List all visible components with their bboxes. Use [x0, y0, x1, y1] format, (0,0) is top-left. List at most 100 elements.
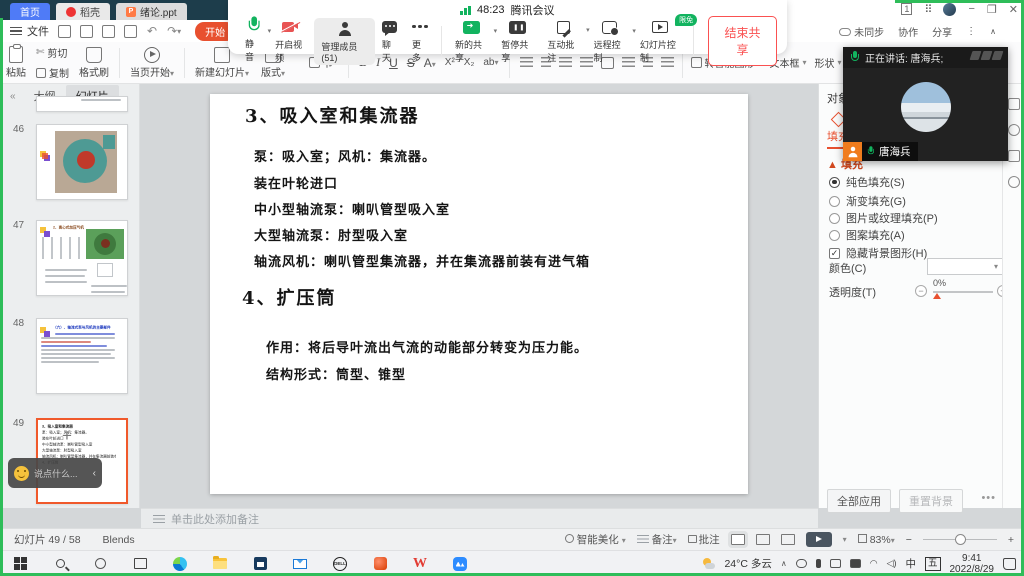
- wps-button[interactable]: W: [400, 551, 440, 576]
- manage-members-button[interactable]: 管理成员(51): [314, 18, 375, 65]
- network-icon[interactable]: ◠: [870, 558, 878, 569]
- reset-background-button[interactable]: 重置背景: [899, 489, 963, 513]
- emoji-icon[interactable]: [14, 466, 29, 481]
- fill-option-picture[interactable]: 图片或纹理填充(P): [829, 210, 938, 226]
- play-options-caret-icon[interactable]: ▾: [843, 535, 847, 544]
- comments-button[interactable]: 批注: [688, 532, 720, 547]
- grid-view-icon[interactable]: ⠿: [924, 3, 931, 16]
- preview-icon[interactable]: [124, 25, 137, 38]
- speaker-video-panel[interactable]: 正在讲话: 唐海兵; 唐海兵: [843, 47, 1008, 161]
- smart-beautify-button[interactable]: 智能美化 ▾: [565, 532, 626, 547]
- store-button[interactable]: [240, 551, 280, 576]
- cortana-button[interactable]: [80, 551, 120, 576]
- mail-button[interactable]: [280, 551, 320, 576]
- theme-name[interactable]: Blends: [103, 534, 135, 546]
- fill-option-gradient[interactable]: 渐变填充(G): [829, 193, 906, 209]
- normal-view-icon[interactable]: [731, 534, 745, 545]
- effects-icon[interactable]: [1008, 124, 1020, 136]
- zoom-in-button[interactable]: +: [1008, 534, 1014, 546]
- animation-icon[interactable]: [1008, 150, 1020, 162]
- collapse-bubble-icon[interactable]: ‹: [93, 468, 96, 479]
- fill-option-solid[interactable]: 纯色填充(S): [829, 174, 905, 190]
- clock[interactable]: 9:412022/8/29: [950, 553, 995, 575]
- thumbnail-45-partial[interactable]: [36, 96, 128, 112]
- zoom-slider[interactable]: [923, 539, 997, 541]
- thumbnail-47[interactable]: 2、离心式加压气机: [36, 220, 128, 296]
- ime-indicator[interactable]: 中: [905, 556, 916, 571]
- output-icon[interactable]: [80, 25, 93, 38]
- tray-device-icon[interactable]: [850, 559, 861, 568]
- mute-button[interactable]: 静音▾: [238, 19, 268, 63]
- meeting-chat-bubble[interactable]: 说点什么... ‹: [8, 458, 102, 488]
- tab-home[interactable]: 首页: [10, 3, 50, 20]
- sync-status[interactable]: 未同步: [839, 24, 884, 39]
- fill-option-pattern[interactable]: 图案填充(A): [829, 227, 905, 243]
- transparency-slider[interactable]: [933, 291, 993, 293]
- play-from-current-button[interactable]: 当页开始▾: [124, 47, 180, 79]
- collapse-ribbon-icon[interactable]: ∧: [990, 27, 996, 36]
- print-icon[interactable]: [102, 25, 115, 38]
- tray-mic-icon[interactable]: [816, 559, 821, 568]
- tray-expand-icon[interactable]: ∧: [781, 559, 787, 568]
- redo-icon[interactable]: ↷: [167, 24, 177, 38]
- share-button[interactable]: 分享: [932, 24, 952, 39]
- more-button[interactable]: 更多: [405, 18, 435, 65]
- tab-rice-store[interactable]: 稻壳: [56, 3, 110, 20]
- help-icon[interactable]: [1008, 176, 1020, 188]
- notes-bar[interactable]: 单击此处添加备注: [141, 508, 818, 528]
- start-button[interactable]: [0, 551, 40, 576]
- chat-input-placeholder[interactable]: 说点什么...: [34, 467, 88, 480]
- slide-control-button[interactable]: 幻灯片控制限免: [633, 19, 687, 64]
- tab-document[interactable]: P绪论.ppt: [116, 3, 187, 20]
- search-button[interactable]: [40, 551, 80, 576]
- close-icon[interactable]: ✕: [1009, 3, 1018, 16]
- color-dropdown[interactable]: ▾: [927, 258, 1003, 275]
- dell-button[interactable]: DELL: [320, 551, 360, 576]
- apply-all-button[interactable]: 全部应用: [827, 489, 891, 513]
- thumbnail-46[interactable]: [36, 124, 128, 200]
- thumbnail-48[interactable]: （六）、轴流式泵与风机的主要部件: [36, 318, 128, 394]
- new-share-button[interactable]: 新的共享▾: [448, 19, 494, 64]
- account-avatar[interactable]: [943, 3, 956, 16]
- reading-view-icon[interactable]: [781, 534, 795, 545]
- paste-button[interactable]: 粘贴: [0, 46, 32, 79]
- remote-control-button[interactable]: 远程控制▾: [587, 19, 633, 64]
- menu-icon[interactable]: [10, 27, 22, 35]
- camera-button[interactable]: 开启视频▾: [268, 19, 314, 64]
- pause-share-button[interactable]: 暂停共享: [494, 19, 540, 64]
- copy-button[interactable]: 复制: [32, 64, 73, 81]
- current-slide[interactable]: 3、吸入室和集流器 泵：吸入室；风机：集流器。 装在叶轮进口 中小型轴流泵：喇叭…: [210, 94, 748, 494]
- notes-toggle-button[interactable]: 备注▾: [637, 532, 677, 547]
- onedrive-icon[interactable]: [796, 559, 807, 568]
- minimize-icon[interactable]: −: [968, 3, 974, 15]
- hide-background-checkbox[interactable]: ✓隐藏背景图形(H): [829, 245, 927, 261]
- task-view-button[interactable]: [120, 551, 160, 576]
- more-vert-icon[interactable]: ⋮: [966, 26, 976, 37]
- undo-icon[interactable]: ↶: [147, 24, 157, 38]
- file-explorer-button[interactable]: [200, 551, 240, 576]
- slider-marker-icon[interactable]: [933, 293, 941, 299]
- tencent-meeting-button[interactable]: [440, 551, 480, 576]
- add-slide-button[interactable]: +: [62, 426, 72, 446]
- end-share-button[interactable]: 结束共享: [708, 16, 777, 66]
- volume-icon[interactable]: ◁): [887, 558, 897, 569]
- collapse-panel-icon[interactable]: «: [10, 91, 16, 102]
- notification-center-icon[interactable]: [1003, 558, 1016, 570]
- annotate-button[interactable]: 互动批注▾: [540, 18, 586, 64]
- properties-icon[interactable]: [1008, 98, 1020, 110]
- restore-icon[interactable]: ❐: [987, 3, 997, 16]
- save-icon[interactable]: [58, 25, 71, 38]
- format-painter-button[interactable]: 格式刷: [73, 47, 115, 79]
- shape-button[interactable]: 形状▾: [811, 54, 846, 71]
- file-menu[interactable]: 文件: [27, 23, 49, 39]
- transparency-minus-button[interactable]: −: [915, 285, 927, 297]
- qat-caret-icon[interactable]: ▾: [177, 27, 181, 36]
- panel-more-icon[interactable]: •••: [981, 492, 996, 504]
- fit-zoom[interactable]: 83%▾: [858, 534, 895, 546]
- office-button[interactable]: [360, 551, 400, 576]
- chat-button[interactable]: 聊天: [375, 19, 405, 64]
- slideshow-play-button[interactable]: [806, 532, 832, 547]
- zoom-knob[interactable]: [955, 534, 966, 545]
- sorter-view-icon[interactable]: [756, 534, 770, 545]
- cut-button[interactable]: ✄剪切: [32, 44, 73, 61]
